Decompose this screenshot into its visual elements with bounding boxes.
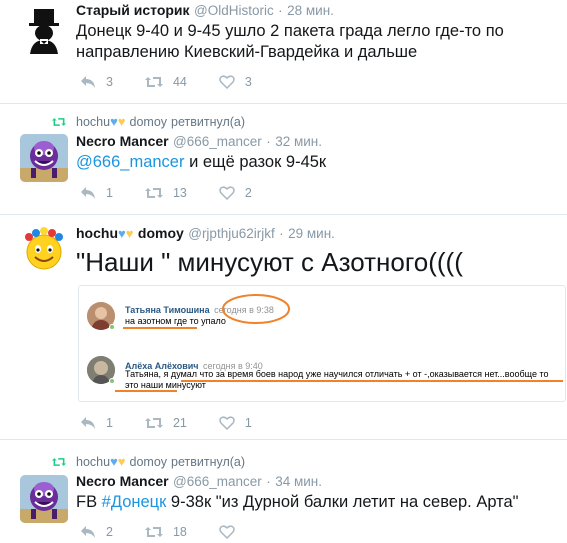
tweet-actions: 1 21 1	[80, 416, 284, 430]
reply-button[interactable]: 3	[80, 75, 113, 89]
reply-button[interactable]: 2	[80, 525, 113, 539]
separator-dot: ·	[266, 134, 271, 149]
tweet-time[interactable]: 29 мин.	[288, 226, 335, 241]
like-count: 3	[244, 75, 252, 89]
tweet-header: Necro Mancer @666_mancer · 34 мин.	[76, 473, 322, 491]
retweet-button[interactable]: 13	[144, 186, 187, 200]
retweet-count: 13	[172, 186, 187, 200]
reply-button[interactable]: 1	[80, 416, 113, 430]
reply-count: 2	[106, 525, 113, 539]
heart-icon	[219, 416, 235, 430]
retweet-count: 21	[172, 416, 187, 430]
avatar-hochu-domoy[interactable]	[20, 225, 68, 273]
retweeter-name-2[interactable]: domoy	[130, 115, 168, 129]
separator-dot: ·	[279, 226, 284, 241]
tweet-text: Донецк 9-40 и 9-45 ушло 2 пакета града л…	[76, 22, 504, 61]
tweet-text: @666_mancer и ещё разок 9-45к	[76, 152, 326, 173]
yellow-heart-emoji-icon: ♥	[125, 226, 134, 241]
orange-highlight-marks	[115, 294, 563, 392]
heart-icon	[219, 186, 235, 200]
retweet-button[interactable]: 18	[144, 525, 187, 539]
like-button[interactable]: 3	[219, 75, 252, 89]
tweet-text: FB #Донецк 9-38к "из Дурной балки летит …	[76, 492, 519, 513]
retweet-context: hochu ♥ ♥ domoy ретвитнул(а)	[76, 454, 245, 469]
author-name[interactable]: Necro Mancer	[76, 133, 169, 149]
tweet-actions: 3 44 3	[80, 75, 284, 89]
author-name[interactable]: hochu	[76, 225, 118, 241]
heart-icon	[219, 525, 235, 539]
tweet-1: Старый историк @OldHistoric · 28 мин. До…	[0, 0, 567, 104]
reply-count: 3	[106, 75, 113, 89]
retweet-context: hochu ♥ ♥ domoy ретвитнул(а)	[76, 114, 245, 129]
like-count: 1	[244, 416, 252, 430]
reply-icon	[81, 187, 95, 199]
like-button[interactable]	[219, 525, 245, 539]
retweet-icon	[144, 188, 163, 198]
avatar-old-historic[interactable]	[20, 6, 68, 54]
separator-dot: ·	[278, 3, 283, 18]
yellow-heart-emoji-icon: ♥	[117, 454, 126, 469]
like-button[interactable]: 1	[219, 416, 252, 430]
top-hat-silhouette-icon	[20, 6, 68, 54]
tweet-actions: 1 13 2	[80, 186, 284, 200]
retweet-count: 18	[172, 525, 187, 539]
mention-link[interactable]: @666_mancer	[76, 153, 184, 171]
avatar-necro-mancer[interactable]	[20, 475, 68, 523]
blue-heart-emoji-icon: ♥	[110, 114, 118, 129]
tweet-text-rest: 9-38к "из Дурной балки летит на север. А…	[166, 493, 519, 511]
author-handle[interactable]: @666_mancer	[173, 134, 262, 149]
retweet-icon	[144, 418, 163, 428]
reply-count: 1	[106, 416, 113, 430]
tweet-text: "Наши " минусуют с Азотного((((	[76, 247, 463, 277]
separator-dot: ·	[266, 474, 271, 489]
retweet-label: ретвитнул(а)	[171, 114, 246, 129]
reply-icon	[81, 417, 95, 429]
tweet-header: Necro Mancer @666_mancer · 32 мин.	[76, 133, 322, 151]
tweet-4: hochu ♥ ♥ domoy ретвитнул(а) Necro Mancer…	[0, 440, 567, 543]
monster-avatar-icon	[20, 134, 68, 182]
heart-icon	[219, 75, 235, 89]
retweet-label: ретвитнул(а)	[171, 454, 246, 469]
retweet-button[interactable]: 44	[144, 75, 187, 89]
retweet-icon	[144, 77, 163, 87]
tweet-text-prefix: FB	[76, 493, 102, 511]
author-handle[interactable]: @666_mancer	[173, 474, 262, 489]
smiley-wreath-avatar-icon	[20, 225, 68, 273]
tweet-2: hochu ♥ ♥ domoy ретвитнул(а) Necro Mancer…	[0, 104, 567, 215]
monster-avatar-icon	[20, 475, 68, 523]
retweet-button[interactable]: 21	[144, 416, 187, 430]
hashtag-link[interactable]: #Донецк	[102, 493, 167, 511]
author-handle[interactable]: @OldHistoric	[194, 3, 274, 18]
embedded-screenshot-card[interactable]: Татьяна Тимошина сегодня в 9:38 на азотн…	[78, 285, 566, 402]
tweet-header: Старый историк @OldHistoric · 28 мин.	[76, 2, 334, 20]
author-name[interactable]: Старый историк	[76, 2, 190, 18]
reply-icon	[81, 526, 95, 538]
blue-heart-emoji-icon: ♥	[110, 454, 118, 469]
author-name-2[interactable]: domoy	[138, 225, 184, 241]
reply-count: 1	[106, 186, 113, 200]
like-count: 2	[244, 186, 252, 200]
reply-button[interactable]: 1	[80, 186, 113, 200]
like-button[interactable]: 2	[219, 186, 252, 200]
tweet-time[interactable]: 28 мин.	[287, 3, 334, 18]
retweeter-name[interactable]: hochu	[76, 115, 110, 129]
retweet-count: 44	[172, 75, 187, 89]
tweet-3: hochu♥♥ domoy @rjpthju62irjkf · 29 мин. …	[0, 215, 567, 440]
retweet-context-icon	[52, 458, 66, 466]
tweet-text-rest: и ещё разок 9-45к	[184, 153, 327, 171]
reply-icon	[81, 76, 95, 88]
author-name[interactable]: Necro Mancer	[76, 473, 169, 489]
blue-heart-emoji-icon: ♥	[118, 226, 126, 241]
tweet-time[interactable]: 34 мин.	[275, 474, 322, 489]
tweet-time[interactable]: 32 мин.	[275, 134, 322, 149]
yellow-heart-emoji-icon: ♥	[117, 114, 126, 129]
tweet-header: hochu♥♥ domoy @rjpthju62irjkf · 29 мин.	[76, 225, 335, 243]
retweet-icon	[144, 527, 163, 537]
retweet-context-icon	[52, 118, 66, 126]
retweeter-name-2[interactable]: domoy	[130, 455, 168, 469]
author-handle[interactable]: @rjpthju62irjkf	[188, 226, 274, 241]
tweet-actions: 2 18	[80, 525, 277, 539]
retweeter-name[interactable]: hochu	[76, 455, 110, 469]
avatar-necro-mancer[interactable]	[20, 134, 68, 182]
